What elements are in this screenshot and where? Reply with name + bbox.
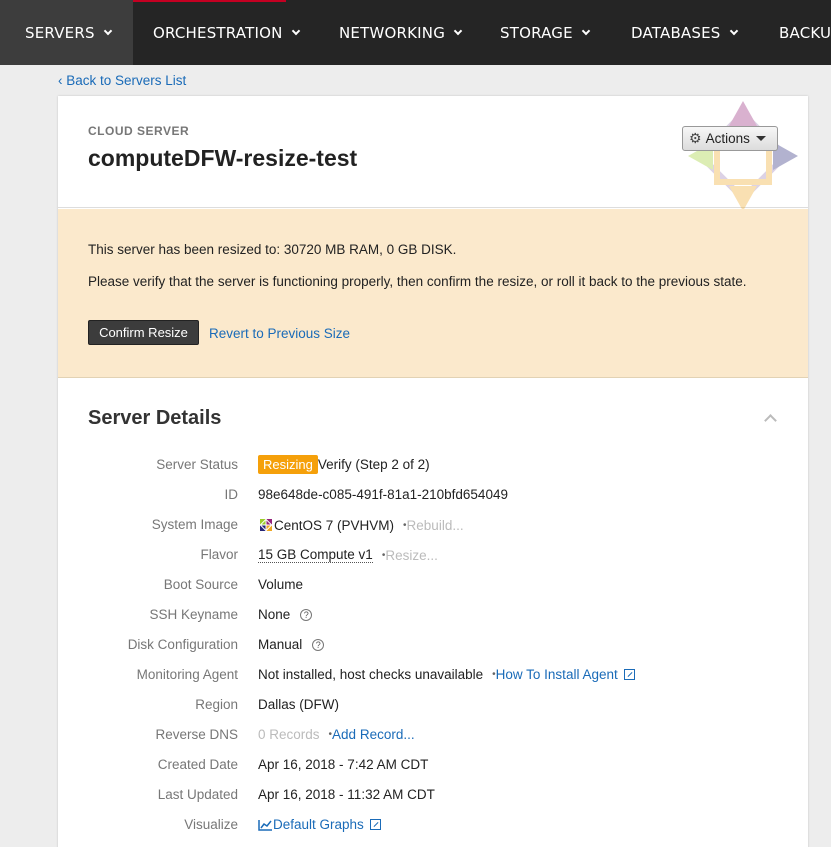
caret-down-icon [755, 136, 766, 141]
server-card: CLOUD SERVER computeDFW-resize-test ⚙ Act… [58, 96, 808, 847]
detail-row-updated: Last Updated Apr 16, 2018 - 11:32 AM CDT [58, 787, 808, 817]
server-id-value: 98e648de-c085-491f-81a1-210bfd654049 [258, 487, 508, 502]
detail-label: Created Date [157, 757, 238, 772]
detail-value: None ? [258, 607, 313, 622]
revert-resize-link[interactable]: Revert to Previous Size [209, 326, 350, 341]
gear-icon: ⚙ [689, 130, 702, 146]
nav-servers-label: SERVERS [25, 24, 95, 42]
ssh-keyname-value: None [258, 607, 291, 622]
detail-value: Resizing Verify (Step 2 of 2) [258, 455, 430, 474]
detail-row-flavor: Flavor 15 GB Compute v1 • Resize... [58, 547, 808, 577]
detail-value: CentOS 7 (PVHVM) • Rebuild... [258, 517, 464, 533]
alert-instructions: Please verify that the server is functio… [88, 274, 747, 289]
help-icon[interactable]: ? [312, 638, 325, 651]
confirm-resize-button[interactable]: Confirm Resize [88, 320, 199, 345]
resize-link[interactable]: Resize... [385, 548, 438, 563]
detail-row-rdns: Reverse DNS 0 Records • Add Record... [58, 727, 808, 757]
detail-row-boot: Boot Source Volume [58, 577, 808, 607]
actions-button[interactable]: ⚙ Actions [682, 126, 778, 151]
section-title: Server Details [88, 407, 222, 429]
detail-value: Default Graphs [258, 817, 381, 832]
card-header: CLOUD SERVER computeDFW-resize-test ⚙ Act… [58, 96, 808, 211]
detail-value: 0 Records • Add Record... [258, 727, 415, 742]
status-text: Verify (Step 2 of 2) [317, 457, 430, 472]
flavor-name[interactable]: 15 GB Compute v1 [258, 547, 373, 563]
boot-source-value: Volume [258, 577, 304, 592]
nav-orchestration[interactable]: ORCHESTRATION [153, 0, 300, 65]
help-icon[interactable]: ? [300, 608, 313, 621]
nav-networking-label: NETWORKING [339, 24, 446, 42]
disk-config-value: Manual [258, 637, 303, 652]
nav-databases[interactable]: DATABASES [631, 0, 738, 65]
detail-label: ID [224, 487, 239, 502]
detail-row-ssh: SSH Keyname None ? [58, 607, 808, 637]
nav-networking[interactable]: NETWORKING [339, 0, 463, 65]
alert-resize-summary: This server has been resized to: 30720 M… [88, 242, 457, 257]
detail-label: Server Status [156, 457, 238, 472]
detail-label: Disk Configuration [127, 637, 238, 652]
detail-value: Not installed, host checks unavailable •… [258, 667, 635, 682]
external-link-icon [623, 669, 635, 680]
nav-backup[interactable]: BACKUP [779, 0, 831, 65]
created-date-value: Apr 16, 2018 - 7:42 AM CDT [258, 757, 429, 772]
detail-label: Monitoring Agent [136, 667, 238, 682]
chevron-down-icon [729, 26, 738, 36]
detail-row-region: Region Dallas (DFW) [58, 697, 808, 727]
nav-storage[interactable]: STORAGE [500, 0, 591, 65]
detail-row-visualize: Visualize Default Graphs [58, 817, 808, 847]
detail-row-image: System Image CentOS 7 (PVHVM) • Rebuild.… [58, 517, 808, 547]
nav-servers[interactable]: SERVERS [0, 0, 133, 65]
detail-row-disk: Disk Configuration Manual ? [58, 637, 808, 667]
back-to-servers-link[interactable]: ‹ Back to Servers List [58, 73, 186, 88]
rdns-count: 0 Records [258, 727, 320, 742]
region-value: Dallas (DFW) [258, 697, 339, 712]
detail-label: SSH Keyname [149, 607, 238, 622]
chevron-down-icon [581, 26, 591, 36]
detail-value: Manual ? [258, 637, 325, 652]
top-nav: SERVERS ORCHESTRATION NETWORKING STORAGE… [0, 0, 831, 65]
rebuild-link[interactable]: Rebuild... [407, 518, 464, 533]
detail-value: 15 GB Compute v1 • Resize... [258, 547, 438, 563]
chevron-down-icon [291, 26, 300, 36]
actions-label: Actions [705, 131, 750, 146]
detail-row-monitoring: Monitoring Agent Not installed, host che… [58, 667, 808, 697]
add-record-link[interactable]: Add Record... [332, 727, 415, 742]
chevron-up-icon[interactable] [764, 414, 777, 427]
monitoring-value: Not installed, host checks unavailable [258, 667, 484, 682]
nav-orchestration-label: ORCHESTRATION [153, 24, 283, 42]
external-link-icon [369, 819, 381, 830]
detail-label: Flavor [200, 547, 238, 562]
detail-row-created: Created Date Apr 16, 2018 - 7:42 AM CDT [58, 757, 808, 787]
eyebrow-label: CLOUD SERVER [88, 124, 190, 138]
chevron-down-icon [453, 26, 463, 36]
nav-databases-label: DATABASES [631, 24, 721, 42]
updated-date-value: Apr 16, 2018 - 11:32 AM CDT [258, 787, 435, 802]
chevron-down-icon [103, 26, 112, 36]
default-graphs-link[interactable]: Default Graphs [273, 817, 364, 832]
line-chart-icon [258, 819, 272, 831]
detail-label: Visualize [184, 817, 238, 832]
centos-icon [259, 518, 273, 532]
detail-label: Last Updated [157, 787, 238, 802]
detail-row-id: ID 98e648de-c085-491f-81a1-210bfd654049 [58, 487, 808, 517]
detail-label: System Image [151, 517, 238, 532]
detail-label: Region [195, 697, 238, 712]
install-agent-link[interactable]: How To Install Agent [496, 667, 618, 682]
page-title: computeDFW-resize-test [88, 145, 358, 171]
detail-label: Boot Source [163, 577, 238, 592]
nav-storage-label: STORAGE [500, 24, 573, 42]
resize-alert: This server has been resized to: 30720 M… [58, 209, 808, 378]
detail-row-status: Server Status Resizing Verify (Step 2 of… [58, 455, 808, 487]
nav-backup-label: BACKUP [779, 24, 831, 42]
image-name: CentOS 7 (PVHVM) [274, 517, 395, 533]
centos-logo-watermark [688, 101, 798, 211]
detail-label: Reverse DNS [155, 727, 238, 742]
status-badge: Resizing [258, 455, 318, 474]
